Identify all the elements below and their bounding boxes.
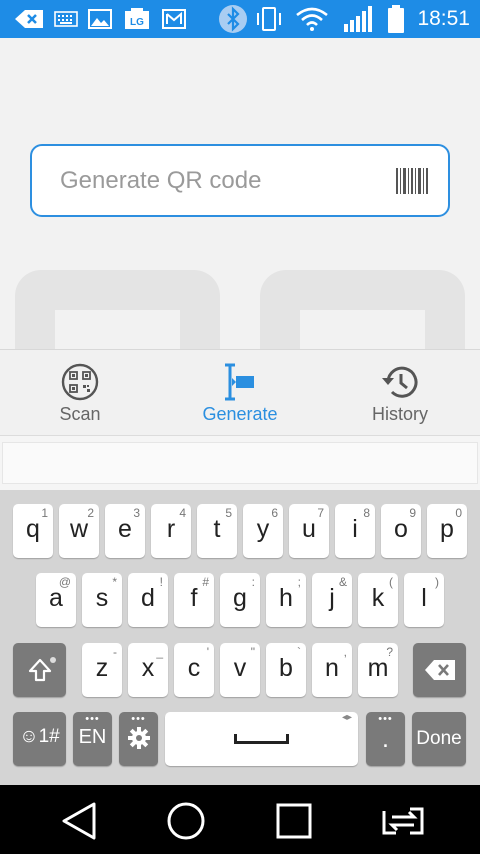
settings-key[interactable]: ••• [119, 712, 158, 766]
language-key[interactable]: ••• EN [73, 712, 112, 766]
key-l[interactable]: ) l [404, 573, 444, 627]
bottom-nav: Scan Generate History [0, 349, 480, 435]
key-g[interactable]: :g [220, 573, 260, 627]
back-arrow-icon [12, 7, 46, 31]
main-content: Generate QR code [0, 38, 480, 350]
tab-generate[interactable]: Generate [160, 350, 320, 436]
generate-qr-input[interactable]: Generate QR code [30, 144, 450, 217]
space-icon [234, 734, 289, 744]
key-i[interactable]: 8i [335, 504, 375, 558]
emoji-symbols-key[interactable]: ☺1# [13, 712, 66, 766]
key-y[interactable]: 6y [243, 504, 283, 558]
tab-generate-label: Generate [202, 404, 278, 424]
keyboard-icon [54, 7, 78, 31]
key-m[interactable]: ? m [358, 643, 398, 697]
key-d[interactable]: ! d [128, 573, 168, 627]
lg-icon: LG [124, 7, 150, 31]
status-bar: LG 18:51 [0, 0, 480, 38]
qr-scan-icon [60, 362, 100, 402]
tab-scan[interactable]: Scan [0, 350, 160, 436]
key-q[interactable]: 1q [13, 504, 53, 558]
key-v[interactable]: " v [220, 643, 260, 697]
key-o[interactable]: 9o [381, 504, 421, 558]
signal-icon [342, 6, 374, 32]
status-time: 18:51 [417, 7, 470, 30]
mail-icon [162, 7, 186, 31]
key-h[interactable]: ; h [266, 573, 306, 627]
space-key[interactable]: ◂▸ [165, 712, 358, 766]
keyboard: 1q 2w 3e 4r 5t 6y 7u 8i 9o 0p @ a * s ! d #… [0, 490, 480, 785]
key-j[interactable]: & j [312, 573, 352, 627]
period-key[interactable]: ••• . [366, 712, 405, 766]
switch-icon[interactable] [380, 799, 424, 843]
shift-icon [27, 657, 53, 688]
key-f[interactable]: # f [174, 573, 214, 627]
home-circle-icon[interactable] [164, 799, 208, 843]
background-graphic [260, 270, 465, 350]
key-k[interactable]: (k [358, 573, 398, 627]
image-icon [88, 7, 112, 31]
bluetooth-icon [218, 5, 248, 33]
key-n[interactable]: ,n [312, 643, 352, 697]
svg-text:LG: LG [130, 17, 144, 28]
tab-history-label: History [371, 404, 428, 424]
done-key[interactable]: Done [412, 712, 466, 766]
barcode-icon[interactable] [396, 168, 428, 194]
backspace-key[interactable] [413, 643, 466, 697]
key-a[interactable]: @ a [36, 573, 76, 627]
tab-scan-label: Scan [59, 404, 101, 424]
key-e[interactable]: 3e [105, 504, 145, 558]
recents-square-icon[interactable] [272, 799, 316, 843]
system-nav-bar [0, 785, 480, 854]
battery-icon [384, 5, 408, 33]
key-s[interactable]: * s [82, 573, 122, 627]
key-c[interactable]: ' c [174, 643, 214, 697]
suggestion-bar [0, 435, 480, 490]
background-graphic [15, 270, 220, 350]
key-x[interactable]: _ x [128, 643, 168, 697]
key-p[interactable]: 0p [427, 504, 467, 558]
shift-key[interactable] [13, 643, 66, 697]
input-placeholder: Generate QR code [60, 167, 262, 194]
generate-icon [220, 362, 260, 402]
back-triangle-icon[interactable] [58, 799, 102, 843]
tab-history[interactable]: History [320, 350, 480, 436]
gear-icon [128, 727, 150, 754]
vibrate-icon [254, 7, 284, 31]
key-b[interactable]: ` b [266, 643, 306, 697]
wifi-icon [295, 7, 329, 31]
key-w[interactable]: 2w [59, 504, 99, 558]
backspace-icon [424, 659, 456, 686]
key-u[interactable]: 7u [289, 504, 329, 558]
key-r[interactable]: 4r [151, 504, 191, 558]
key-z[interactable]: -z [82, 643, 122, 697]
history-icon [380, 362, 420, 402]
key-t[interactable]: 5t [197, 504, 237, 558]
